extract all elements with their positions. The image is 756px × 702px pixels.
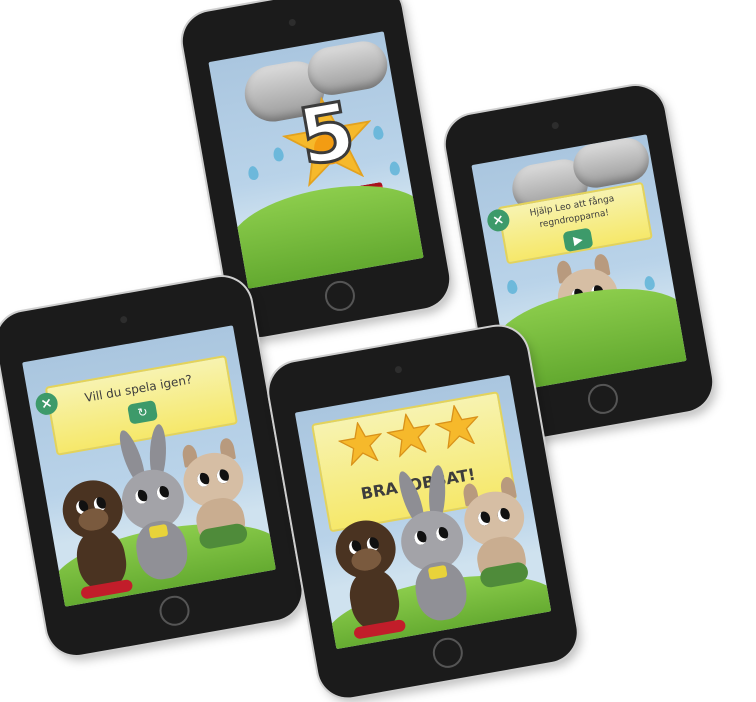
game-screen-play-again: Vill du spela igen? ↻ × xyxy=(22,325,276,607)
raindrop xyxy=(506,279,519,295)
star-icon xyxy=(434,403,480,450)
camera xyxy=(393,365,402,374)
home-button[interactable] xyxy=(322,278,358,314)
camera xyxy=(119,315,128,324)
raindrop xyxy=(272,146,285,163)
star-icon xyxy=(385,412,431,459)
game-screen-countdown: 5 xyxy=(208,31,424,289)
replay-button[interactable]: ↻ xyxy=(127,400,159,425)
grass-hill xyxy=(223,172,424,289)
play-button[interactable]: ▶ xyxy=(562,227,594,253)
game-screen-success: BRA JOBBAT! xyxy=(294,374,552,650)
camera xyxy=(550,121,559,130)
camera xyxy=(287,18,296,27)
home-button[interactable] xyxy=(585,381,621,417)
raindrop xyxy=(643,275,656,291)
raindrop xyxy=(247,165,260,181)
home-button[interactable] xyxy=(157,593,192,629)
home-button[interactable] xyxy=(430,635,466,671)
star-icon xyxy=(337,420,383,467)
raindrop xyxy=(388,160,401,177)
